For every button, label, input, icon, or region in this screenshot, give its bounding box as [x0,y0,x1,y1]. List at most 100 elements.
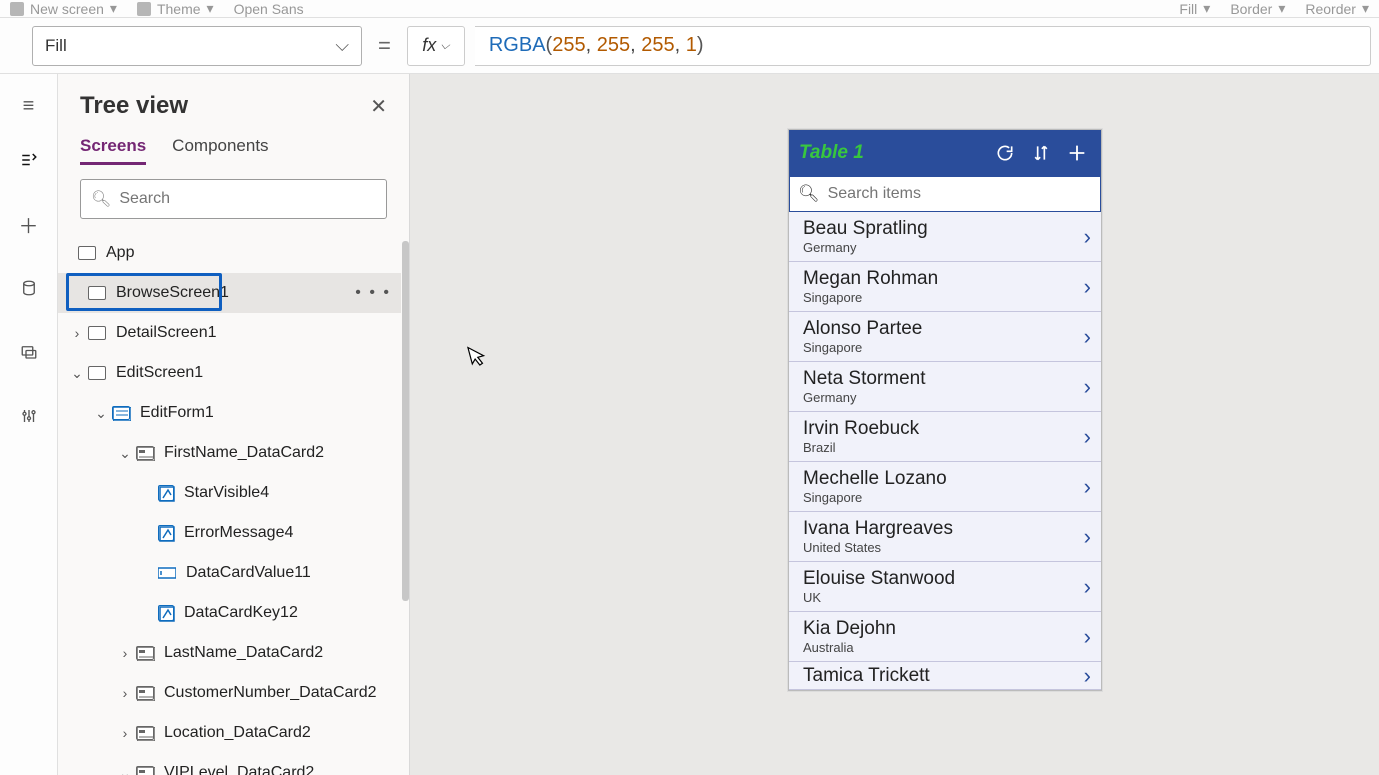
list-item[interactable]: Tamica Trickett› [789,662,1101,690]
sort-icon[interactable] [1027,143,1055,163]
item-name: Ivana Hargreaves [803,518,1084,540]
tree-search-input[interactable] [119,190,376,208]
search-icon: 🔍︎ [798,184,820,204]
datacard-icon [136,686,154,700]
chevron-right-icon[interactable]: › [1084,424,1091,450]
list-item[interactable]: Neta StormentGermany› [789,362,1101,412]
datacard-icon [136,766,154,775]
data-icon[interactable] [15,274,43,302]
collapse-icon[interactable]: ⌄ [92,405,110,422]
refresh-icon[interactable] [991,143,1019,163]
tree-node-editscreen1[interactable]: ⌄ EditScreen1 [58,353,401,393]
chevron-right-icon[interactable]: › [1084,474,1091,500]
tree-search[interactable]: 🔍︎ [80,179,387,219]
list-item[interactable]: Mechelle LozanoSingapore› [789,462,1101,512]
property-selector[interactable]: Fill [32,26,362,66]
settings-icon[interactable] [15,402,43,430]
list-item[interactable]: Megan RohmanSingapore› [789,262,1101,312]
phone-search-input[interactable] [828,185,1092,203]
chevron-right-icon[interactable]: › [1084,224,1091,250]
chevron-down-icon [335,35,349,56]
chevron-right-icon[interactable]: › [1084,524,1091,550]
tree-node-errormessage4[interactable]: ErrorMessage4 [58,513,401,553]
expand-icon[interactable]: › [68,325,86,341]
chevron-right-icon[interactable]: › [1084,663,1091,689]
ribbon-border[interactable]: Border ▾ [1230,0,1285,17]
item-name: Elouise Stanwood [803,568,1084,590]
list-item[interactable]: Irvin RoebuckBrazil› [789,412,1101,462]
phone-search[interactable]: 🔍︎ [788,175,1102,213]
list-item[interactable]: Kia DejohnAustralia› [789,612,1101,662]
phone-header: Table 1 [789,130,1101,176]
item-name: Alonso Partee [803,318,1084,340]
tree-node-browsescreen1[interactable]: ⌄ BrowseScreen1 • • • [58,273,401,313]
expand-icon[interactable]: › [116,645,134,661]
list-item[interactable]: Ivana HargreavesUnited States› [789,512,1101,562]
item-subtitle: United States [803,540,1084,555]
more-icon[interactable]: • • • [355,284,391,302]
tree-node-datacardvalue11[interactable]: DataCardValue11 [58,553,401,593]
chevron-down-icon: ⌵ [440,38,449,53]
insert-icon[interactable]: ＋ [15,210,43,238]
label-icon [158,605,174,621]
ribbon-font[interactable]: Open Sans [234,1,304,17]
tree-list: App ⌄ BrowseScreen1 • • • › DetailScreen… [58,233,409,775]
formula-input[interactable]: RGBA(255, 255, 255, 1) [475,26,1371,66]
collapse-icon[interactable]: ⌄ [68,365,86,382]
ribbon-reorder[interactable]: Reorder ▾ [1305,0,1369,17]
hamburger-icon[interactable]: ≡ [15,92,43,120]
ribbon-fill[interactable]: Fill ▾ [1179,0,1210,17]
ribbon-toolbar: New screen ▾ Theme ▾ Open Sans Fill ▾ Bo… [0,0,1379,18]
add-icon[interactable] [1063,142,1091,164]
list-item[interactable]: Beau SpratlingGermany› [789,212,1101,262]
left-rail: ≡ ＋ [0,74,58,775]
item-subtitle: Germany [803,390,1084,405]
canvas-area[interactable]: Table 1 🔍︎ Beau SpratlingGermany›Megan R… [410,74,1379,775]
chevron-right-icon[interactable]: › [1084,574,1091,600]
equals-sign: = [372,33,397,59]
media-icon[interactable] [15,338,43,366]
chevron-right-icon[interactable]: › [1084,324,1091,350]
item-subtitle: Germany [803,240,1084,255]
tree-node-viplevel-datacard[interactable]: ⌄ VIPLevel_DataCard2 [58,753,401,775]
item-subtitle: UK [803,590,1084,605]
tree-node-location-datacard[interactable]: › Location_DataCard2 [58,713,401,753]
item-name: Megan Rohman [803,268,1084,290]
expand-icon[interactable]: › [116,725,134,741]
datacard-icon [136,446,154,460]
tree-node-starvisible4[interactable]: StarVisible4 [58,473,401,513]
collapse-icon[interactable]: ⌄ [116,765,134,775]
label-icon [158,525,174,541]
scrollbar[interactable] [402,241,409,601]
tree-view-tabs: Screens Components [58,126,409,165]
search-icon: 🔍︎ [91,189,111,209]
fx-button[interactable]: fx ⌵ [407,26,465,66]
chevron-right-icon[interactable]: › [1084,274,1091,300]
tree-view-panel: Tree view ✕ Screens Components 🔍︎ App ⌄ … [58,74,410,775]
list-item[interactable]: Elouise StanwoodUK› [789,562,1101,612]
tree-view-icon[interactable] [15,146,43,174]
chevron-right-icon[interactable]: › [1084,624,1091,650]
item-name: Irvin Roebuck [803,418,1084,440]
textinput-icon [158,566,176,580]
collapse-icon[interactable]: ⌄ [116,445,134,462]
property-name: Fill [45,36,67,56]
ribbon-theme[interactable]: Theme ▾ [137,0,214,17]
ribbon-new-screen[interactable]: New screen ▾ [10,0,117,17]
cursor-icon [467,342,492,374]
tree-node-detailscreen1[interactable]: › DetailScreen1 [58,313,401,353]
tree-node-editform1[interactable]: ⌄ EditForm1 [58,393,401,433]
tree-node-customernumber-datacard[interactable]: › CustomerNumber_DataCard2 [58,673,401,713]
chevron-right-icon[interactable]: › [1084,374,1091,400]
tree-node-lastname-datacard[interactable]: › LastName_DataCard2 [58,633,401,673]
tree-node-datacardkey12[interactable]: DataCardKey12 [58,593,401,633]
tab-screens[interactable]: Screens [80,136,146,165]
close-icon[interactable]: ✕ [370,94,387,119]
tree-node-firstname-datacard[interactable]: ⌄ FirstName_DataCard2 [58,433,401,473]
list-item[interactable]: Alonso ParteeSingapore› [789,312,1101,362]
item-subtitle: Singapore [803,490,1084,505]
tree-node-app[interactable]: App [58,233,401,273]
datacard-icon [136,726,154,740]
tab-components[interactable]: Components [172,136,268,165]
expand-icon[interactable]: › [116,685,134,701]
